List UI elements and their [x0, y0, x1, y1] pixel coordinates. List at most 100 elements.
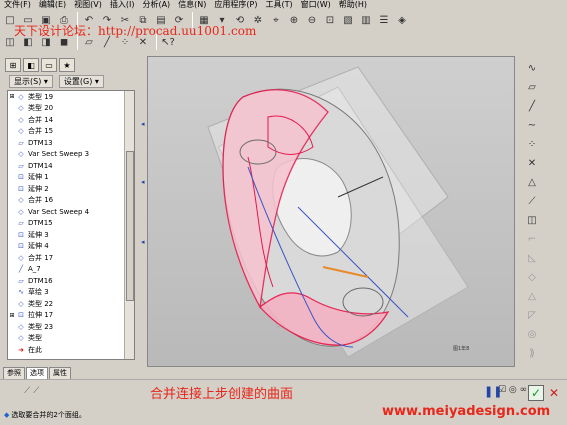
hole-icon[interactable]: ◎: [522, 326, 542, 343]
tree-item[interactable]: ▱ DTM15: [8, 218, 134, 230]
expand-icon[interactable]: ⊞: [8, 93, 16, 100]
menu-view[interactable]: 视图(V): [70, 0, 106, 10]
feature-toolbar: ∿ ▱ ╱ ∼ ⁘ ✕ △ ⟋ ◫ ⌐ ◺ ◇ △ ◸ ◎ ⟫: [518, 56, 546, 367]
feature-icon: ◇: [18, 322, 24, 331]
plane-icon[interactable]: ▱: [522, 79, 542, 96]
scrollbar-thumb[interactable]: [126, 151, 134, 301]
tree-item-label: 草绘 3: [28, 288, 49, 297]
tree-item-label: 合并 16: [28, 196, 54, 205]
feature-icon: ◇: [18, 92, 24, 101]
tree-scrollbar[interactable]: [124, 91, 134, 359]
feature-icon: ⊡: [18, 311, 24, 320]
tree-item[interactable]: ⊡ 延伸 1: [8, 172, 134, 184]
ok-button[interactable]: ✓: [528, 385, 544, 401]
tree-item[interactable]: ◇ 合并 17: [8, 252, 134, 264]
tree-item-label: 类型 23: [28, 322, 54, 331]
dashboard-tabs: 参照 选项 属性: [3, 366, 137, 380]
menu-file[interactable]: 文件(F): [0, 0, 35, 10]
model-tree: ⊞ ◇ 类型 19 ◇ 类型 20 ◇ 合并 14 ◇ 合并 15 ▱ DTM13 ◇ Var Sect…: [7, 90, 135, 360]
tree-item[interactable]: ◇ 类型 23: [8, 321, 134, 333]
rib-icon[interactable]: △: [522, 288, 542, 305]
expand-icon[interactable]: ⊞: [8, 312, 16, 319]
tree-item[interactable]: ◇ 合并 16: [8, 195, 134, 207]
zoom-out-icon[interactable]: ⊖: [304, 12, 320, 28]
layer-tree-tab-icon[interactable]: ◧: [23, 58, 39, 72]
chamfer-icon[interactable]: ◸: [522, 307, 542, 324]
sketch-icon[interactable]: ∿: [522, 60, 542, 77]
settings-menu[interactable]: 设置(G) ▾: [58, 74, 104, 88]
display-style-icon[interactable]: ◈: [394, 12, 410, 28]
extend-icon[interactable]: ⟫: [522, 345, 542, 362]
collapse-arrow-icon[interactable]: ◂: [141, 120, 145, 128]
tree-item[interactable]: ◇ Var Sect Sweep 4: [8, 206, 134, 218]
tree-item-label: 延伸 4: [28, 242, 49, 251]
tree-item[interactable]: ▱ DTM14: [8, 160, 134, 172]
tree-item[interactable]: ⊡ 延伸 3: [8, 229, 134, 241]
tree-item-label: 合并 17: [28, 253, 54, 262]
tree-item[interactable]: ➜ 在此: [8, 344, 134, 356]
tab-references[interactable]: 参照: [3, 366, 25, 380]
trim-icon[interactable]: ⟋: [522, 193, 542, 210]
cancel-button[interactable]: ✕: [546, 385, 562, 401]
menu-edit[interactable]: 编辑(E): [35, 0, 70, 10]
favorites-tab-icon[interactable]: ★: [59, 58, 75, 72]
view-manager-icon[interactable]: ▧: [340, 12, 356, 28]
tree-item-label: 延伸 2: [28, 184, 49, 193]
feature-icon: ◇: [18, 196, 24, 205]
tab-properties[interactable]: 属性: [49, 366, 71, 380]
collapse-arrow-icon[interactable]: ◂: [141, 238, 145, 246]
mirror-icon[interactable]: ◫: [522, 212, 542, 229]
draft-icon[interactable]: ◺: [522, 250, 542, 267]
tree-item[interactable]: ╱ A_7: [8, 264, 134, 276]
zoom-in-icon[interactable]: ⊕: [286, 12, 302, 28]
csys-icon[interactable]: ✕: [522, 155, 542, 172]
tree-item[interactable]: ◇ 合并 14: [8, 114, 134, 126]
tree-item[interactable]: ⊡ 延伸 4: [8, 241, 134, 253]
menu-analysis[interactable]: 分析(A): [138, 0, 174, 10]
tree-item[interactable]: ▱ DTM16: [8, 275, 134, 287]
feature-icon: ◇: [18, 207, 24, 216]
tree-item-label: DTM14: [28, 161, 53, 170]
show-menu[interactable]: 显示(S) ▾: [9, 74, 53, 88]
tree-item[interactable]: ◇ 类型 20: [8, 103, 134, 115]
preview-icon[interactable]: ☑ ◎ ∞: [498, 385, 527, 395]
tree-item[interactable]: ◇ Var Sect Sweep 3: [8, 149, 134, 161]
round-icon[interactable]: ⌐: [522, 231, 542, 248]
layers-icon[interactable]: ☰: [376, 12, 392, 28]
curve-icon[interactable]: ∼: [522, 117, 542, 134]
tree-item[interactable]: ⊞ ⊡ 拉伸 17: [8, 310, 134, 322]
tree-item-label: 拉伸 17: [28, 311, 54, 320]
tree-item-label: DTM16: [28, 276, 53, 285]
feature-icon: ◇: [18, 253, 24, 262]
saved-views-icon[interactable]: ▥: [358, 12, 374, 28]
point-icon[interactable]: ⁘: [522, 136, 542, 153]
menu-insert[interactable]: 插入(I): [106, 0, 139, 10]
tree-item[interactable]: ▱ DTM13: [8, 137, 134, 149]
menu-tools[interactable]: 工具(T): [262, 0, 297, 10]
refit-icon[interactable]: ⊡: [322, 12, 338, 28]
model-tree-tab-icon[interactable]: ⊞: [5, 58, 21, 72]
tree-item[interactable]: ◇ 类型 22: [8, 298, 134, 310]
graphics-window[interactable]: 图1年8: [147, 56, 515, 367]
menu-applications[interactable]: 应用程序(P): [210, 0, 261, 10]
shell-icon[interactable]: ◇: [522, 269, 542, 286]
orient-icon[interactable]: ⌖: [268, 12, 284, 28]
model-tree-panel: ⊞ ◧ ▭ ★ 显示(S) ▾ 设置(G) ▾ ⊞ ◇ 类型 19 ◇ 类型 20 ◇ 合并…: [3, 56, 137, 420]
tree-item[interactable]: ∿ 草绘 3: [8, 287, 134, 299]
menu-window[interactable]: 窗口(W): [297, 0, 335, 10]
menu-info[interactable]: 信息(N): [174, 0, 210, 10]
watermark-bottom: www.meiyadesign.com: [382, 404, 551, 419]
folder-tab-icon[interactable]: ▭: [41, 58, 57, 72]
tree-item[interactable]: ◇ 合并 15: [8, 126, 134, 138]
axis-icon[interactable]: ╱: [522, 98, 542, 115]
tab-options[interactable]: 选项: [26, 366, 48, 380]
collapse-arrow-icon[interactable]: ◂: [141, 178, 145, 186]
analysis-icon[interactable]: △: [522, 174, 542, 191]
tree-item[interactable]: ◇ 类型: [8, 333, 134, 345]
tree-item[interactable]: ⊞ ◇ 类型 19: [8, 91, 134, 103]
navigator-tabs: ⊞ ◧ ▭ ★: [3, 56, 137, 74]
tree-item[interactable]: ⊡ 延伸 2: [8, 183, 134, 195]
feature-icon: ◇: [18, 127, 24, 136]
dashboard-tools-icon[interactable]: ⟋ ⟋: [24, 386, 39, 396]
menu-help[interactable]: 帮助(H): [335, 0, 371, 10]
